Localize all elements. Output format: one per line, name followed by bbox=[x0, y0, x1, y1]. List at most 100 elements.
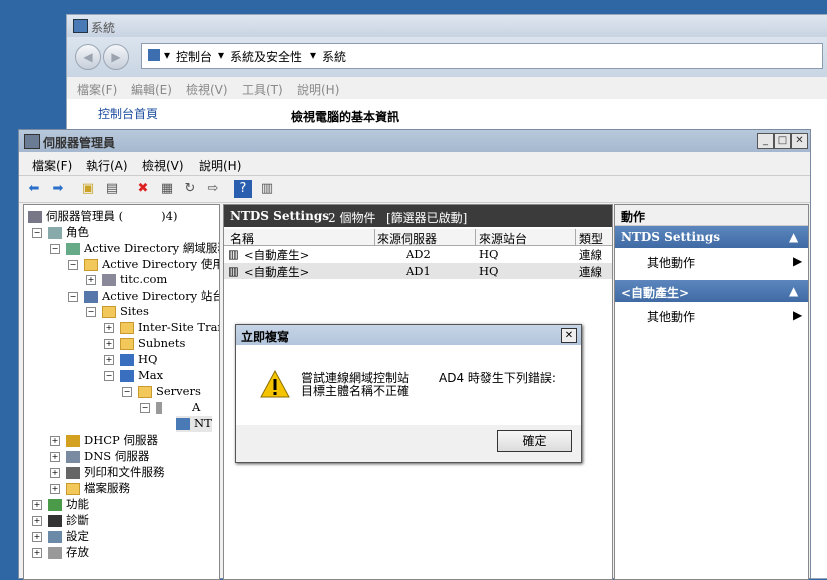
expand-icon[interactable]: + bbox=[32, 500, 42, 510]
action-pane-icon[interactable]: ▥ bbox=[258, 180, 276, 198]
tree-ad-users[interactable]: −Active Directory 使用者 bbox=[68, 256, 219, 272]
tree-ad-ds[interactable]: − Active Directory 網域服務 bbox=[50, 240, 219, 256]
collapse-icon[interactable]: − bbox=[50, 244, 60, 254]
back-arrow-icon[interactable]: ⬅ bbox=[25, 180, 43, 198]
collapse-icon[interactable]: − bbox=[140, 403, 150, 413]
refresh-icon[interactable]: ↻ bbox=[181, 180, 199, 198]
collapse-icon[interactable]: − bbox=[32, 228, 42, 238]
tree-storage[interactable]: + 存放 bbox=[32, 544, 89, 560]
more-actions-item[interactable]: 其他動作 ▶ bbox=[615, 252, 808, 272]
minimize-button[interactable]: _ bbox=[757, 133, 774, 149]
expand-icon[interactable]: + bbox=[32, 548, 42, 558]
breadcrumb-system[interactable]: 系統 bbox=[322, 48, 346, 65]
expand-icon[interactable]: + bbox=[50, 468, 60, 478]
forward-button[interactable]: ▶ bbox=[103, 44, 129, 70]
sites-services-icon bbox=[84, 291, 98, 303]
site-icon bbox=[120, 370, 134, 382]
menu-help[interactable]: 說明(H) bbox=[199, 157, 241, 174]
collapse-icon[interactable]: − bbox=[86, 307, 96, 317]
properties-icon[interactable]: ▦ bbox=[158, 180, 176, 198]
menu-edit[interactable]: 編輯(E) bbox=[131, 81, 172, 98]
row-type: 連線 bbox=[579, 265, 602, 279]
collapse-icon[interactable]: − bbox=[122, 387, 132, 397]
expand-icon[interactable]: + bbox=[50, 484, 60, 494]
menu-view[interactable]: 檢視(V) bbox=[142, 157, 184, 174]
menu-file[interactable]: 檔案(F) bbox=[32, 157, 72, 174]
expand-icon[interactable]: + bbox=[104, 339, 114, 349]
server-manager-titlebar: 伺服器管理員 _ □ ✕ bbox=[19, 130, 810, 152]
folder-icon bbox=[66, 483, 80, 495]
site-icon bbox=[120, 354, 134, 366]
tree-domain[interactable]: + titc.com bbox=[86, 272, 167, 288]
tree-config[interactable]: + 設定 bbox=[32, 528, 89, 544]
tree-root[interactable]: 伺服器管理員 ()4) bbox=[28, 208, 177, 224]
actions-pane: 動作 NTDS Settings ▲ 其他動作 ▶ <自動產生> ▲ 其他動作 … bbox=[614, 204, 809, 580]
expand-icon[interactable]: + bbox=[104, 355, 114, 365]
tree-site2[interactable]: − Max bbox=[104, 368, 163, 384]
more-actions-item[interactable]: 其他動作 ▶ bbox=[615, 306, 808, 326]
collapse-icon[interactable]: − bbox=[68, 260, 78, 270]
tree-ntds-settings[interactable]: NT bbox=[176, 416, 212, 432]
folder-icon bbox=[102, 306, 116, 318]
expand-icon[interactable]: + bbox=[32, 532, 42, 542]
menu-view[interactable]: 檢視(V) bbox=[186, 81, 228, 98]
column-type[interactable]: 類型 bbox=[579, 230, 603, 247]
back-button[interactable]: ◀ bbox=[75, 44, 101, 70]
expand-icon[interactable]: + bbox=[50, 452, 60, 462]
tree-features[interactable]: + 功能 bbox=[32, 496, 89, 512]
tree-print[interactable]: + 列印和文件服務 bbox=[50, 464, 165, 480]
forward-arrow-icon[interactable]: ➡ bbox=[49, 180, 67, 198]
collapse-icon[interactable]: − bbox=[68, 292, 78, 302]
tree-inter-site[interactable]: +Inter-Site Trans bbox=[104, 320, 219, 336]
menu-action[interactable]: 執行(A) bbox=[86, 157, 128, 174]
row-name: <自動產生> bbox=[244, 265, 310, 279]
expand-icon[interactable]: + bbox=[104, 323, 114, 333]
breadcrumb-control-panel[interactable]: 控制台 bbox=[176, 48, 212, 65]
expand-icon[interactable]: + bbox=[50, 436, 60, 446]
menu-file[interactable]: 檔案(F) bbox=[77, 81, 117, 98]
row-type: 連線 bbox=[579, 248, 602, 262]
collapse-icon[interactable]: − bbox=[104, 371, 114, 381]
expand-icon[interactable]: + bbox=[32, 516, 42, 526]
table-row[interactable]: ▥ <自動產生> AD2 HQ 連線 bbox=[224, 246, 612, 262]
tree-ad-sites[interactable]: −Active Directory 站台及 bbox=[68, 288, 219, 304]
tree-subnets[interactable]: + Subnets bbox=[104, 336, 185, 352]
table-row[interactable]: ▥ <自動產生> AD1 HQ 連線 bbox=[224, 263, 612, 279]
column-header-row: 名稱 來源伺服器 來源站台 類型 bbox=[224, 229, 612, 246]
maximize-button[interactable]: □ bbox=[774, 133, 791, 149]
control-panel-home-link[interactable]: 控制台首頁 bbox=[98, 105, 158, 122]
chevron-icon: ▾ bbox=[218, 48, 225, 62]
actions-section-auto[interactable]: <自動產生> ▲ bbox=[615, 280, 808, 302]
menu-help[interactable]: 說明(H) bbox=[297, 81, 339, 98]
expand-icon[interactable]: + bbox=[86, 275, 96, 285]
row-site: HQ bbox=[479, 247, 499, 261]
help-icon[interactable]: ? bbox=[234, 180, 252, 198]
dialog-close-button[interactable]: ✕ bbox=[561, 328, 577, 343]
menu-tools[interactable]: 工具(T) bbox=[242, 81, 283, 98]
tree-dns[interactable]: + DNS 伺服器 bbox=[50, 448, 149, 464]
tree-servers[interactable]: − Servers bbox=[122, 384, 201, 400]
tree-sites[interactable]: − Sites bbox=[86, 304, 149, 320]
column-source-server[interactable]: 來源伺服器 bbox=[377, 230, 437, 247]
tree-file[interactable]: + 檔案服務 bbox=[50, 480, 130, 496]
results-title: NTDS Settings bbox=[230, 209, 329, 223]
up-folder-icon[interactable]: ▣ bbox=[79, 180, 97, 198]
tree-server-ad[interactable]: − A bbox=[140, 400, 200, 416]
collapse-up-icon: ▲ bbox=[789, 284, 799, 298]
breadcrumb-security[interactable]: 系統及安全性 bbox=[230, 48, 302, 65]
show-hide-tree-icon[interactable]: ▤ bbox=[103, 180, 121, 198]
tree-hq[interactable]: + HQ bbox=[104, 352, 157, 368]
close-button[interactable]: ✕ bbox=[791, 133, 808, 149]
tree-dhcp[interactable]: + DHCP 伺服器 bbox=[50, 432, 158, 448]
ok-button[interactable]: 確定 bbox=[497, 430, 572, 452]
address-bar[interactable]: ▾ 控制台 ▾ 系統及安全性 ▾ 系統 bbox=[141, 43, 823, 69]
column-source-site[interactable]: 來源站台 bbox=[479, 230, 527, 247]
server-manager-menu-bar: 檔案(F) 執行(A) 檢視(V) 說明(H) bbox=[19, 152, 810, 174]
delete-icon[interactable]: ✖ bbox=[134, 180, 152, 198]
connection-icon: ▥ bbox=[228, 264, 239, 278]
column-name[interactable]: 名稱 bbox=[230, 230, 254, 247]
tree-roles[interactable]: − 角色 bbox=[32, 224, 89, 240]
export-icon[interactable]: ⇨ bbox=[204, 180, 222, 198]
tree-diagnostics[interactable]: + 診斷 bbox=[32, 512, 89, 528]
actions-section-ntds[interactable]: NTDS Settings ▲ bbox=[615, 226, 808, 248]
